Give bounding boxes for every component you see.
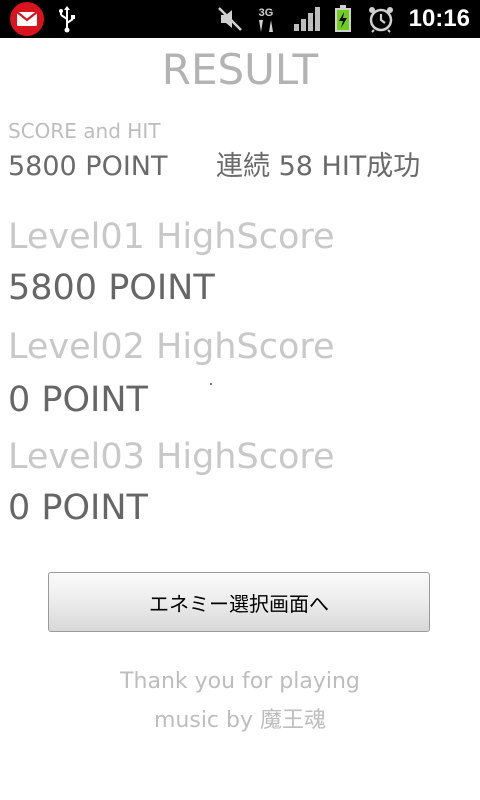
page-title: RESULT — [161, 45, 319, 94]
level01-highscore-label: Level01 HighScore — [8, 217, 335, 257]
enemy-select-button[interactable]: エネミー選択画面へ — [48, 572, 430, 632]
level01-highscore-value: 5800 POINT — [8, 268, 215, 308]
enemy-select-button-label: エネミー選択画面へ — [149, 591, 329, 616]
signal-icon — [292, 0, 322, 38]
status-bar: 3G 10:16 — [0, 0, 480, 38]
thanks-text: Thank you for playing — [120, 669, 360, 694]
clock: 10:16 — [408, 5, 470, 32]
credits-text: music by 魔王魂 — [153, 708, 326, 733]
score-value: 5800 POINT — [8, 151, 168, 182]
battery-charging-icon — [332, 0, 354, 38]
alarm-icon — [366, 0, 396, 38]
level02-highscore-value: 0 POINT — [8, 380, 148, 420]
hit-value: 連続 58 HIT成功 — [216, 151, 421, 182]
score-label: SCORE and HIT — [8, 119, 161, 143]
level03-highscore-value: 0 POINT — [8, 488, 148, 528]
mute-icon — [214, 0, 246, 38]
level03-highscore-label: Level03 HighScore — [8, 437, 335, 477]
usb-icon — [54, 0, 80, 38]
3g-icon: 3G — [253, 0, 279, 38]
gmail-icon[interactable] — [7, 0, 47, 38]
divider-dot — [210, 383, 212, 385]
network-label: 3G — [259, 7, 274, 19]
level02-highscore-label: Level02 HighScore — [8, 327, 335, 367]
